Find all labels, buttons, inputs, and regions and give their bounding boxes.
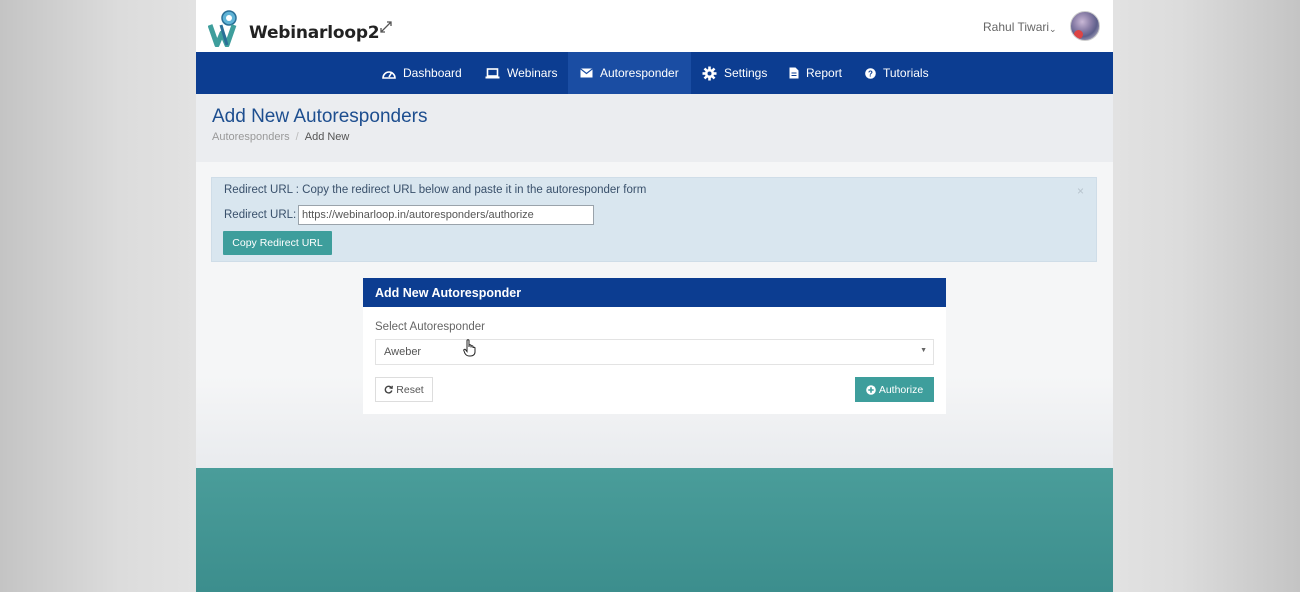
reset-button[interactable]: Reset xyxy=(375,377,433,402)
breadcrumb-link-autoresponders[interactable]: Autoresponders xyxy=(212,131,290,143)
copy-redirect-url-button[interactable]: Copy Redirect URL xyxy=(223,231,332,255)
plus-circle-icon xyxy=(866,384,876,395)
nav-item-report[interactable]: Report xyxy=(789,52,842,94)
expand-icon[interactable] xyxy=(380,21,392,33)
nav-item-webinars[interactable]: Webinars xyxy=(485,52,557,94)
nav-label: Tutorials xyxy=(883,66,929,80)
app-window: Webinarloop2 Rahul Tiwari ⌄ Dashboard We… xyxy=(196,0,1113,592)
envelope-icon xyxy=(580,68,593,78)
page-header: Add New Autoresponders Autoresponders / Ad… xyxy=(196,94,1113,162)
card-title: Add New Autoresponder xyxy=(363,278,946,307)
main-nav: Dashboard Webinars Autoresponder Setting… xyxy=(196,52,1113,94)
redirect-url-field[interactable] xyxy=(298,205,594,225)
breadcrumb-separator: / xyxy=(295,131,299,143)
hand-cursor-icon xyxy=(463,339,476,357)
nav-label: Dashboard xyxy=(403,66,462,80)
select-value: Aweber xyxy=(384,346,422,358)
redirect-url-alert: Redirect URL : Copy the redirect URL bel… xyxy=(211,177,1097,262)
gear-icon xyxy=(702,66,717,80)
autoresponder-select[interactable]: Aweber ▼ xyxy=(375,339,934,365)
nav-item-dashboard[interactable]: Dashboard xyxy=(382,52,462,94)
nav-label: Report xyxy=(806,66,843,80)
alert-message: Redirect URL : Copy the redirect URL bel… xyxy=(224,184,647,196)
caret-down-icon: ▼ xyxy=(920,347,927,354)
brand-name[interactable]: Webinarloop2 xyxy=(249,23,380,43)
breadcrumb-current: Add New xyxy=(304,131,350,143)
svg-text:?: ? xyxy=(868,69,873,78)
nav-item-autoresponder[interactable]: Autoresponder xyxy=(568,52,691,94)
select-autoresponder-label: Select Autoresponder xyxy=(375,321,485,333)
add-autoresponder-card: Add New Autoresponder Select Autorespond… xyxy=(363,278,946,414)
main-content: Redirect URL : Copy the redirect URL bel… xyxy=(196,162,1113,468)
nav-label: Autoresponder xyxy=(600,66,679,80)
breadcrumb: Autoresponders / Add New xyxy=(212,131,349,143)
refresh-icon xyxy=(384,385,394,394)
logo-icon[interactable] xyxy=(208,9,244,47)
authorize-button[interactable]: Authorize xyxy=(855,377,934,402)
close-icon[interactable]: × xyxy=(1077,184,1084,198)
dashboard-icon xyxy=(382,70,396,79)
page-title: Add New Autoresponders xyxy=(212,106,428,127)
laptop-icon xyxy=(485,67,500,78)
document-icon xyxy=(789,67,799,79)
nav-item-settings[interactable]: Settings xyxy=(702,52,767,94)
authorize-label: Authorize xyxy=(878,383,924,396)
nav-item-tutorials[interactable]: ? Tutorials xyxy=(865,52,929,94)
nav-label: Webinars xyxy=(507,66,558,80)
reset-label: Reset xyxy=(396,383,424,396)
user-name[interactable]: Rahul Tiwari xyxy=(983,20,1049,34)
redirect-url-label: Redirect URL: xyxy=(224,209,297,221)
question-circle-icon: ? xyxy=(865,67,876,79)
nav-label: Settings xyxy=(724,66,768,80)
footer-band xyxy=(196,468,1113,592)
avatar[interactable] xyxy=(1070,11,1100,41)
top-header: Webinarloop2 Rahul Tiwari ⌄ xyxy=(196,0,1113,52)
chevron-down-icon[interactable]: ⌄ xyxy=(1049,24,1057,35)
